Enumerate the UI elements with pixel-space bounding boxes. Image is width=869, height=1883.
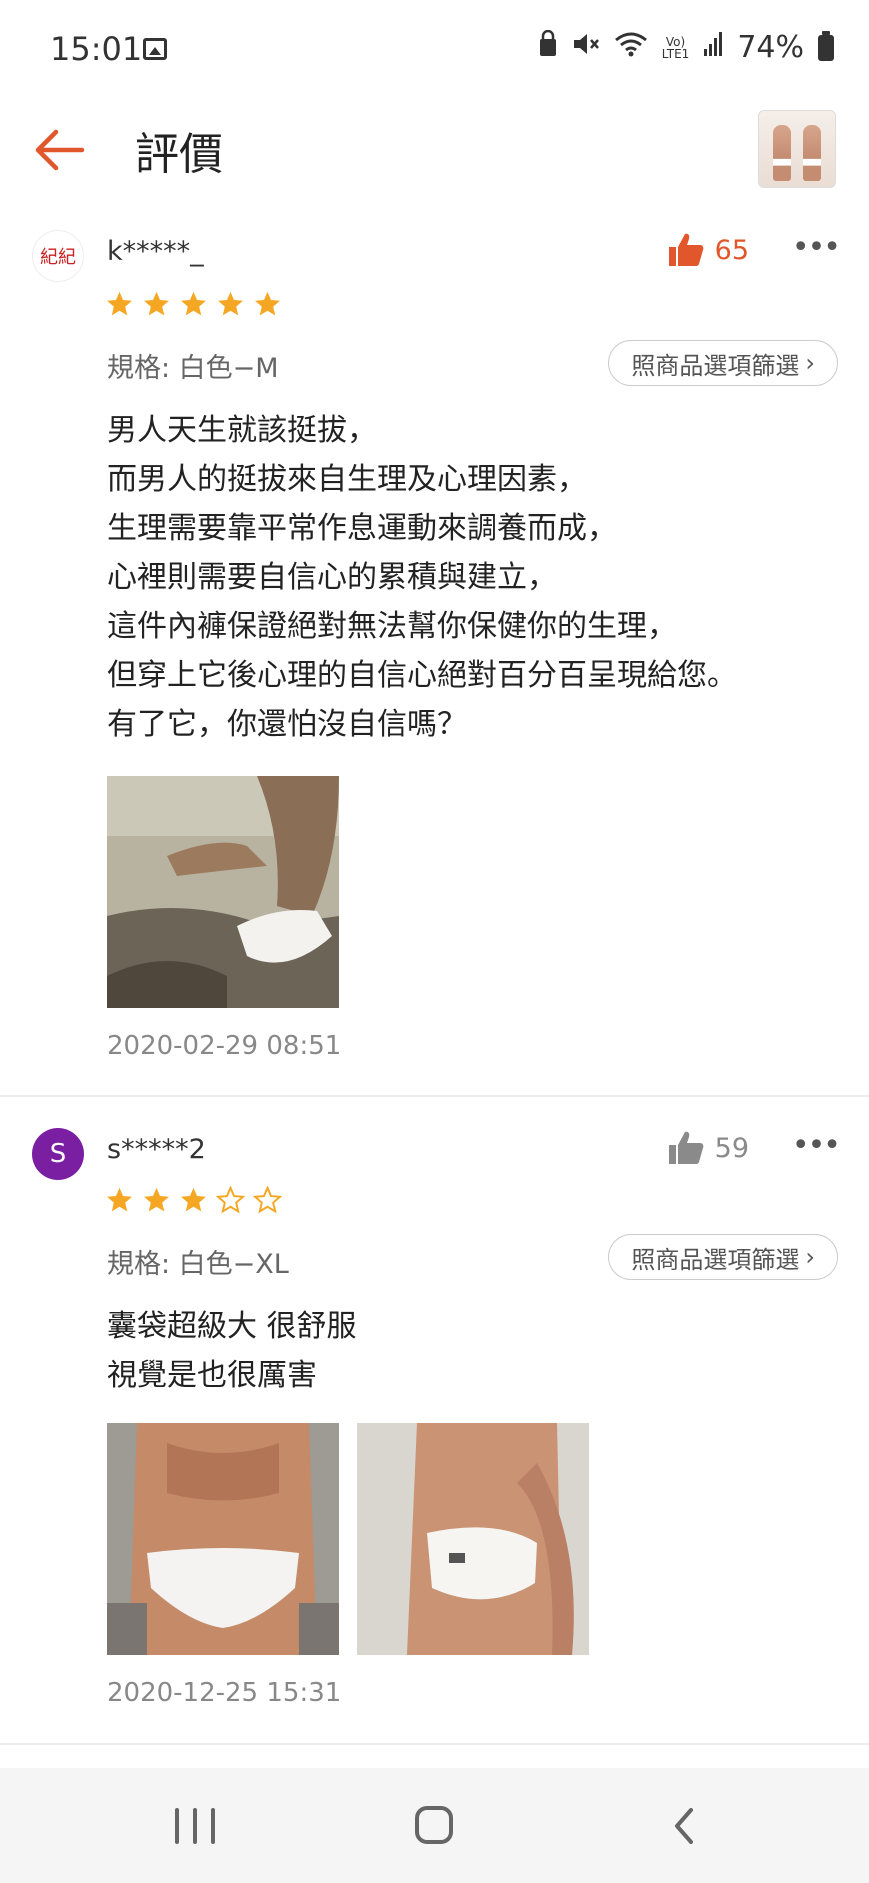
chevron-left-icon (675, 1808, 693, 1844)
thumbs-up-icon (668, 1131, 704, 1164)
like-button[interactable]: 65 (667, 232, 749, 268)
star-rating (105, 290, 282, 319)
star-filled-icon (181, 1187, 206, 1212)
chevron-right-icon: › (805, 1243, 815, 1271)
star-filled-icon (181, 291, 206, 316)
review-date: 2020-02-29 08:51 (107, 1031, 342, 1061)
review-divider (0, 1095, 869, 1097)
like-count: 59 (714, 1132, 749, 1164)
filter-label: 照商品選項篩選 (631, 1245, 800, 1274)
like-button[interactable]: 59 (667, 1130, 749, 1166)
avatar[interactable]: S (32, 1128, 84, 1180)
status-icons: Vo) LTE1 74% (538, 29, 834, 65)
star-filled-icon (107, 1187, 132, 1212)
avatar[interactable]: 紀紀 (32, 230, 84, 282)
like-count: 65 (714, 234, 749, 266)
review-text: 囊袋超級大 很舒服 視覺是也很厲害 (107, 1309, 357, 1393)
product-spec: 規格: 白色−M (107, 353, 279, 384)
status-time: 15:01 (50, 30, 143, 68)
review-text: 男人天生就該挺拔， 而男人的挺拔來自生理及心理因素， 生理需要靠平常作息運動來調… (107, 413, 737, 742)
star-filled-icon (107, 291, 132, 316)
more-options-icon[interactable]: ••• (792, 1128, 841, 1163)
product-spec: 規格: 白色−XL (107, 1249, 289, 1280)
star-filled-icon (144, 1187, 169, 1212)
username: s*****2 (107, 1134, 206, 1165)
back-button[interactable] (30, 120, 90, 180)
battery-percent: 74% (737, 30, 804, 65)
product-thumbnail[interactable] (758, 110, 836, 188)
review-photo[interactable] (357, 1423, 589, 1655)
mute-icon (572, 31, 600, 64)
star-rating (105, 1186, 282, 1215)
arrow-left-icon (35, 129, 85, 171)
battery-icon (818, 30, 834, 61)
star-filled-icon (144, 291, 169, 316)
image-icon (143, 38, 167, 60)
filter-by-option-button[interactable]: 照商品選項篩選 › (608, 340, 838, 386)
review-divider (0, 1743, 869, 1745)
thumbs-up-icon (668, 233, 704, 266)
chevron-right-icon: › (805, 349, 815, 377)
star-filled-icon (218, 291, 243, 316)
review-photo[interactable] (107, 1423, 339, 1655)
status-bar: 15:01 Vo) LTE1 74% (0, 0, 869, 100)
star-empty-icon (253, 1186, 282, 1214)
system-nav-bar (0, 1768, 869, 1883)
review-date: 2020-12-25 15:31 (107, 1678, 342, 1708)
username: k*****_ (107, 236, 204, 267)
page-title: 評價 (135, 129, 223, 180)
filter-by-option-button[interactable]: 照商品選項篩選 › (608, 1234, 838, 1280)
lock-icon (538, 29, 558, 65)
star-filled-icon (255, 291, 280, 316)
volte-icon: Vo) LTE1 (661, 34, 690, 61)
avatar-text: S (49, 1139, 67, 1169)
filter-label: 照商品選項篩選 (631, 351, 800, 380)
more-options-icon[interactable]: ••• (792, 230, 841, 265)
signal-icon (703, 32, 723, 63)
system-back-button[interactable] (665, 1806, 705, 1846)
star-empty-icon (216, 1186, 245, 1214)
wifi-icon (614, 31, 648, 64)
recent-apps-button[interactable] (175, 1808, 215, 1844)
avatar-text: 紀紀 (40, 247, 76, 268)
home-button[interactable] (415, 1806, 453, 1844)
app-header: 評價 (0, 100, 869, 200)
review-photo[interactable] (107, 776, 339, 1008)
